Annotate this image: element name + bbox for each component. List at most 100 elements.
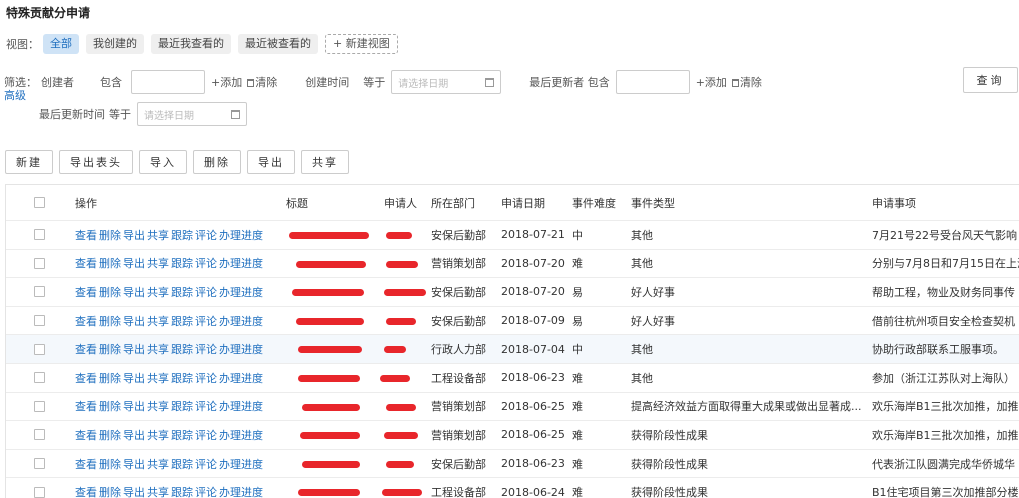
- row-action-link[interactable]: 办理进度: [219, 370, 263, 386]
- row-action-link[interactable]: 导出: [123, 255, 145, 271]
- row-action-link[interactable]: 共享: [147, 398, 169, 414]
- row-action-link[interactable]: 办理进度: [219, 313, 263, 329]
- row-action-link[interactable]: 导出: [123, 370, 145, 386]
- last-update-date-picker[interactable]: 请选择日期: [137, 102, 247, 126]
- row-action-link[interactable]: 办理进度: [219, 456, 263, 472]
- row-action-link[interactable]: 查看: [75, 313, 97, 329]
- select-all-checkbox[interactable]: [34, 197, 45, 208]
- row-action-link[interactable]: 跟踪: [171, 313, 193, 329]
- row-checkbox[interactable]: [34, 486, 45, 498]
- row-action-link[interactable]: 删除: [99, 484, 121, 498]
- row-action-link[interactable]: 跟踪: [171, 427, 193, 443]
- creator-add-link[interactable]: +添加: [211, 74, 242, 90]
- table-row[interactable]: 查看 删除 导出 共享 跟踪 评论 办理进度 安保后勤部 2018-06-23 难 获得阶段性成果 代…: [6, 450, 1019, 479]
- updater-clear-link[interactable]: 清除: [731, 74, 762, 90]
- row-action-link[interactable]: 导出: [123, 341, 145, 357]
- row-action-link[interactable]: 导出: [123, 284, 145, 300]
- import-button[interactable]: 导入: [139, 150, 187, 174]
- row-action-link[interactable]: 导出: [123, 398, 145, 414]
- row-action-link[interactable]: 评论: [195, 255, 217, 271]
- row-action-link[interactable]: 共享: [147, 255, 169, 271]
- row-action-link[interactable]: 共享: [147, 484, 169, 498]
- row-action-link[interactable]: 跟踪: [171, 255, 193, 271]
- row-action-link[interactable]: 评论: [195, 484, 217, 498]
- row-action-link[interactable]: 查看: [75, 427, 97, 443]
- row-action-link[interactable]: 办理进度: [219, 427, 263, 443]
- row-action-link[interactable]: 删除: [99, 313, 121, 329]
- view-tab-recently-viewed-by-others[interactable]: 最近被查看的: [238, 34, 318, 54]
- row-action-link[interactable]: 删除: [99, 284, 121, 300]
- updater-input[interactable]: [615, 70, 690, 94]
- row-checkbox[interactable]: [34, 458, 45, 470]
- row-action-link[interactable]: 评论: [195, 370, 217, 386]
- row-action-link[interactable]: 共享: [147, 284, 169, 300]
- creator-clear-link[interactable]: 清除: [247, 74, 277, 90]
- table-row[interactable]: 查看 删除 导出 共享 跟踪 评论 办理进度 工程设备部 2018-06-24 难 获得阶段性成果 B…: [6, 478, 1019, 498]
- row-action-link[interactable]: 导出: [123, 456, 145, 472]
- row-action-link[interactable]: 评论: [195, 284, 217, 300]
- row-action-link[interactable]: 查看: [75, 227, 97, 243]
- row-action-link[interactable]: 查看: [75, 456, 97, 472]
- row-action-link[interactable]: 查看: [75, 398, 97, 414]
- query-button[interactable]: 查询: [963, 67, 1018, 93]
- view-tab-all[interactable]: 全部: [43, 34, 79, 54]
- row-action-link[interactable]: 共享: [147, 370, 169, 386]
- row-action-link[interactable]: 共享: [147, 427, 169, 443]
- new-button[interactable]: 新建: [5, 150, 53, 174]
- row-action-link[interactable]: 办理进度: [219, 227, 263, 243]
- row-action-link[interactable]: 跟踪: [171, 398, 193, 414]
- row-action-link[interactable]: 导出: [123, 484, 145, 498]
- row-action-link[interactable]: 跟踪: [171, 456, 193, 472]
- view-tab-recent-viewed[interactable]: 最近我查看的: [151, 34, 231, 54]
- row-action-link[interactable]: 评论: [195, 313, 217, 329]
- row-action-link[interactable]: 共享: [147, 313, 169, 329]
- row-action-link[interactable]: 办理进度: [219, 484, 263, 498]
- table-row[interactable]: 查看 删除 导出 共享 跟踪 评论 办理进度 安保后勤部 2018-07-21 中 其他 7月21号2…: [6, 221, 1019, 250]
- table-row[interactable]: 查看 删除 导出 共享 跟踪 评论 办理进度 营销策划部 2018-06-25 难 提高经济效益方面…: [6, 393, 1019, 422]
- row-action-link[interactable]: 导出: [123, 227, 145, 243]
- row-action-link[interactable]: 评论: [195, 398, 217, 414]
- row-action-link[interactable]: 评论: [195, 227, 217, 243]
- advanced-filter-link[interactable]: 高级: [4, 87, 26, 103]
- created-date-picker[interactable]: 请选择日期: [391, 70, 502, 94]
- view-tab-mine[interactable]: 我创建的: [86, 34, 144, 54]
- row-action-link[interactable]: 删除: [99, 370, 121, 386]
- row-action-link[interactable]: 删除: [99, 398, 121, 414]
- row-checkbox[interactable]: [34, 286, 45, 298]
- table-row[interactable]: 查看 删除 导出 共享 跟踪 评论 办理进度 营销策划部 2018-06-25 难 获得阶段性成果 欢…: [6, 421, 1019, 450]
- row-action-link[interactable]: 办理进度: [219, 398, 263, 414]
- export-header-button[interactable]: 导出表头: [59, 150, 133, 174]
- row-action-link[interactable]: 办理进度: [219, 341, 263, 357]
- row-checkbox[interactable]: [34, 229, 45, 241]
- row-action-link[interactable]: 共享: [147, 456, 169, 472]
- row-action-link[interactable]: 查看: [75, 255, 97, 271]
- table-row[interactable]: 查看 删除 导出 共享 跟踪 评论 办理进度 工程设备部 2018-06-23 难 其他 参加（浙江江…: [6, 364, 1019, 393]
- row-action-link[interactable]: 跟踪: [171, 341, 193, 357]
- row-checkbox[interactable]: [34, 343, 45, 355]
- row-action-link[interactable]: 删除: [99, 341, 121, 357]
- row-action-link[interactable]: 共享: [147, 341, 169, 357]
- updater-add-link[interactable]: +添加: [696, 74, 727, 90]
- row-action-link[interactable]: 删除: [99, 427, 121, 443]
- table-row[interactable]: 查看 删除 导出 共享 跟踪 评论 办理进度 行政人力部 2018-07-04 中 其他 协助行政部联…: [6, 335, 1019, 364]
- row-action-link[interactable]: 跟踪: [171, 227, 193, 243]
- row-action-link[interactable]: 导出: [123, 313, 145, 329]
- row-action-link[interactable]: 删除: [99, 227, 121, 243]
- delete-button[interactable]: 删除: [193, 150, 241, 174]
- table-row[interactable]: 查看 删除 导出 共享 跟踪 评论 办理进度 营销策划部 2018-07-20 难 其他 分别与7月8…: [6, 250, 1019, 279]
- row-action-link[interactable]: 删除: [99, 456, 121, 472]
- row-action-link[interactable]: 跟踪: [171, 284, 193, 300]
- share-button[interactable]: 共享: [301, 150, 349, 174]
- row-action-link[interactable]: 办理进度: [219, 284, 263, 300]
- row-action-link[interactable]: 跟踪: [171, 370, 193, 386]
- row-action-link[interactable]: 导出: [123, 427, 145, 443]
- row-checkbox[interactable]: [34, 257, 45, 269]
- row-checkbox[interactable]: [34, 429, 45, 441]
- row-action-link[interactable]: 查看: [75, 370, 97, 386]
- table-row[interactable]: 查看 删除 导出 共享 跟踪 评论 办理进度 安保后勤部 2018-07-20 易 好人好事 帮助工程…: [6, 278, 1019, 307]
- row-action-link[interactable]: 办理进度: [219, 255, 263, 271]
- row-action-link[interactable]: 删除: [99, 255, 121, 271]
- export-button[interactable]: 导出: [247, 150, 295, 174]
- creator-input[interactable]: [131, 70, 205, 94]
- new-view-button[interactable]: + 新建视图: [325, 34, 398, 54]
